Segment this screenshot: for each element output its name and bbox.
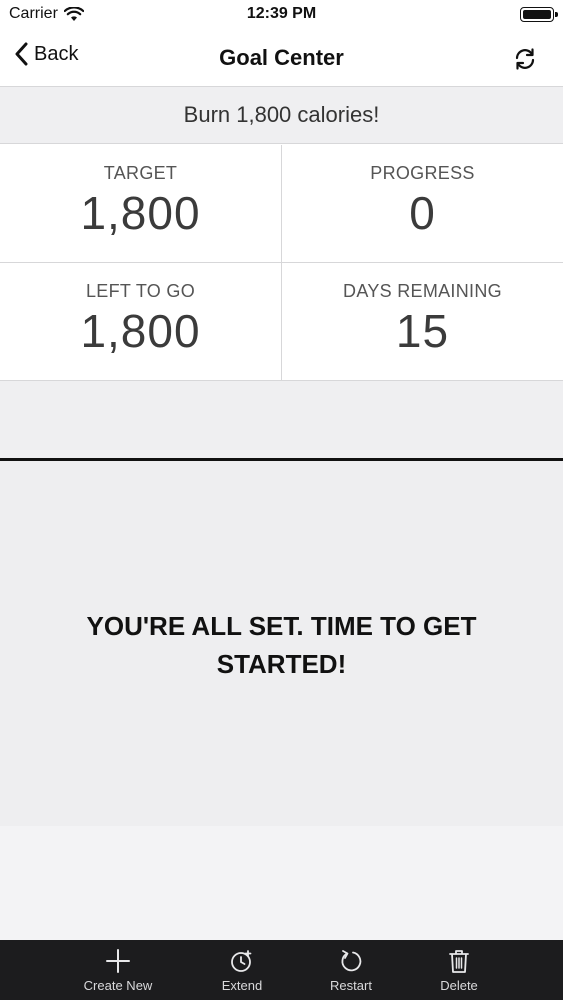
- stat-value: 15: [395, 305, 450, 357]
- create-new-button[interactable]: Create New: [73, 940, 163, 1000]
- empty-state-message: YOU'RE ALL SET. TIME TO GET STARTED!: [86, 611, 477, 679]
- stat-left-to-go: LEFT TO GO 1,800: [0, 263, 282, 381]
- battery-icon: [520, 7, 558, 22]
- toolbar-label: Restart: [330, 978, 372, 993]
- status-bar: Carrier 12:39 PM: [0, 0, 563, 30]
- goal-banner: Burn 1,800 calories!: [0, 87, 563, 144]
- extend-button[interactable]: Extend: [197, 940, 287, 1000]
- delete-button[interactable]: Delete: [414, 940, 504, 1000]
- nav-bar: Back Goal Center: [0, 30, 563, 87]
- stats-grid: TARGET 1,800 PROGRESS 0 LEFT TO GO 1,800…: [0, 145, 563, 381]
- stat-value: 0: [409, 187, 436, 239]
- toolbar-label: Create New: [83, 978, 153, 993]
- stat-label: DAYS REMAINING: [343, 281, 502, 301]
- restart-icon: [341, 950, 362, 972]
- restart-button[interactable]: Restart: [306, 940, 396, 1000]
- stat-progress: PROGRESS 0: [282, 145, 563, 263]
- status-time: 12:39 PM: [246, 5, 317, 22]
- bottom-spacer: [0, 826, 563, 940]
- progress-chart-area: [0, 381, 563, 458]
- refresh-icon[interactable]: [513, 47, 537, 71]
- stat-value: 1,800: [80, 187, 201, 239]
- bottom-toolbar: Create New Extend Restart Delete: [0, 940, 563, 1000]
- stat-days-remaining: DAYS REMAINING 15: [282, 263, 563, 381]
- stat-value: 1,800: [80, 305, 201, 357]
- stat-target: TARGET 1,800: [0, 145, 282, 263]
- plus-icon: [106, 949, 130, 973]
- clock-icon: [231, 950, 252, 972]
- trash-icon: [449, 950, 469, 973]
- stat-label: TARGET: [103, 163, 178, 183]
- stat-label: LEFT TO GO: [85, 281, 196, 301]
- empty-state-panel: YOU'RE ALL SET. TIME TO GET STARTED!: [0, 461, 563, 826]
- toolbar-label: Extend: [221, 978, 263, 993]
- stat-label: PROGRESS: [370, 163, 475, 183]
- page-title: Goal Center: [219, 45, 344, 70]
- toolbar-label: Delete: [440, 978, 478, 993]
